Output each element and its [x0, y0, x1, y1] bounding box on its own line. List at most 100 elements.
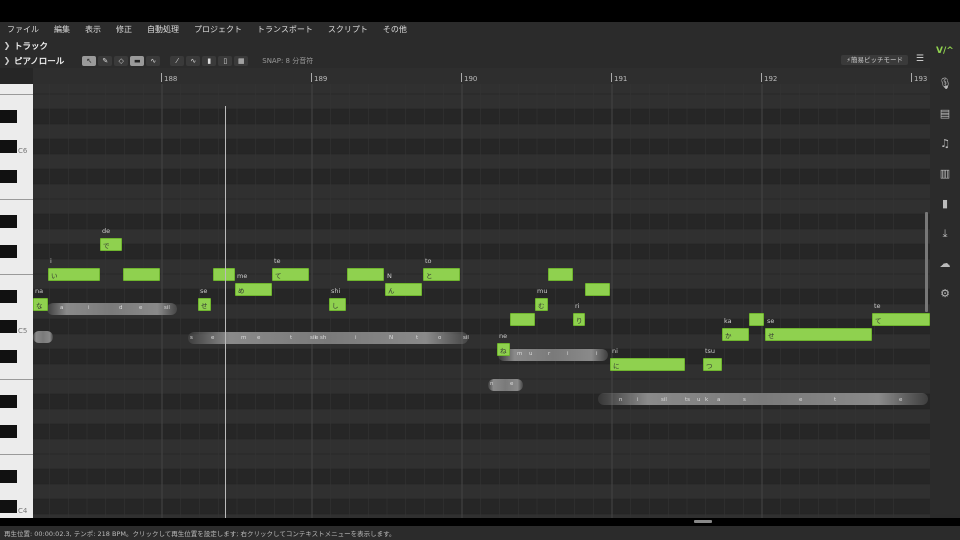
- track-row[interactable]: ❯ トラック: [0, 38, 930, 53]
- white-key-divider: [0, 379, 33, 380]
- waveform-toggle-icon[interactable]: ▮: [202, 55, 217, 66]
- note-lyric: む: [538, 302, 545, 310]
- snap-selector[interactable]: SNAP: 8 分音符: [262, 56, 313, 66]
- key-label-c5: C5: [18, 327, 28, 335]
- piano-toggle-icon[interactable]: ▦: [234, 55, 249, 66]
- waveform-phoneme: n: [619, 397, 623, 403]
- simple-pitch-mode-button[interactable]: ⚡簡易ピッチモード: [841, 55, 908, 65]
- black-key[interactable]: [0, 350, 17, 363]
- black-key[interactable]: [0, 245, 17, 258]
- black-key[interactable]: [0, 140, 17, 153]
- waveform-phoneme: e: [139, 305, 143, 311]
- note[interactable]: [510, 313, 535, 326]
- menu-item-0[interactable]: ファイル: [0, 22, 47, 38]
- waveform-phoneme: m: [517, 351, 523, 357]
- note-lyric: か: [725, 332, 732, 340]
- note[interactable]: [347, 268, 384, 281]
- waveform-phoneme: s: [743, 397, 746, 403]
- menu-item-3[interactable]: 修正: [109, 22, 140, 38]
- waveform-phoneme: r: [548, 351, 551, 357]
- menu-item-6[interactable]: トランスポート: [250, 22, 321, 38]
- vibrato-tool-icon[interactable]: ∿: [186, 55, 201, 66]
- note[interactable]: [213, 268, 235, 281]
- black-key[interactable]: [0, 110, 17, 123]
- waveform-phoneme: d: [119, 305, 123, 311]
- white-key-divider: [0, 274, 33, 275]
- menu-item-8[interactable]: その他: [376, 22, 415, 38]
- black-key[interactable]: [0, 500, 17, 513]
- waveform-phoneme: sil: [463, 335, 469, 341]
- note-tool-icon[interactable]: ▬: [130, 55, 145, 66]
- ruler-measure-1: 189: [310, 73, 328, 83]
- piano-keyboard[interactable]: C6 C5 C4: [0, 84, 33, 518]
- waveform-segment: [498, 349, 608, 361]
- waveform-phoneme: e: [899, 397, 903, 403]
- waveform-phoneme: u: [697, 397, 701, 403]
- note[interactable]: [749, 313, 764, 326]
- hamburger-menu-icon[interactable]: ☰: [916, 54, 924, 64]
- pen-tool-icon[interactable]: ✎: [98, 55, 113, 66]
- note[interactable]: [610, 358, 685, 371]
- clapperboard-icon[interactable]: ▤: [937, 106, 953, 122]
- white-key-divider: [0, 94, 33, 95]
- music-note-icon[interactable]: ♫: [937, 136, 953, 152]
- grid-toggle-icon[interactable]: ▯: [218, 55, 233, 66]
- render-icon[interactable]: ⤓: [937, 226, 953, 242]
- menu-item-7[interactable]: スクリプト: [321, 22, 376, 38]
- waveform-segment: [188, 332, 468, 344]
- note-phoneme: ri: [575, 302, 580, 310]
- note-phoneme: de: [102, 227, 111, 235]
- note-lyric: せ: [201, 302, 208, 310]
- app-window: ファイル 編集 表示 修正 自動処理 プロジェクト トランスポート スクリプト その他 ❯ トラ…: [0, 22, 960, 540]
- black-key[interactable]: [0, 425, 17, 438]
- note[interactable]: [585, 283, 610, 296]
- note-phoneme: tsu: [705, 347, 716, 355]
- note[interactable]: [765, 328, 872, 341]
- timeline-ruler[interactable]: 188 189 190 191 192 193: [33, 68, 930, 85]
- note-phoneme: na: [35, 287, 44, 295]
- waveform-phoneme: n: [490, 381, 494, 387]
- waveform-segment: [598, 393, 928, 405]
- playhead[interactable]: [225, 106, 226, 518]
- note-lyric: し: [332, 302, 339, 310]
- curve-tool-icon[interactable]: ⁄: [170, 55, 185, 66]
- black-key[interactable]: [0, 215, 17, 228]
- note[interactable]: [123, 268, 160, 281]
- black-key[interactable]: [0, 170, 17, 183]
- status-bar: 再生位置: 00:00:02.3, テンポ: 218 BPM。クリックして再生位…: [0, 526, 960, 540]
- black-key[interactable]: [0, 290, 17, 303]
- gear-icon[interactable]: ⚙: [937, 286, 953, 302]
- chevron-right-icon[interactable]: ❯: [0, 41, 14, 50]
- eraser-tool-icon[interactable]: ◇: [114, 55, 129, 66]
- chevron-down-icon[interactable]: ❯: [0, 56, 14, 65]
- black-key[interactable]: [0, 395, 17, 408]
- library-icon[interactable]: ▥: [937, 166, 953, 182]
- waveform-phoneme: e: [257, 335, 261, 341]
- menu-item-5[interactable]: プロジェクト: [187, 22, 250, 38]
- note-lyric: で: [103, 242, 110, 250]
- key-label-c6: C6: [18, 147, 28, 155]
- pitch-tool-icon[interactable]: ∿: [146, 55, 161, 66]
- note-grid[interactable]: な na い i で de せ se め me て te し shi ん N と to ね ne む mu り ri に ni つ t…: [33, 84, 930, 518]
- book-icon[interactable]: ▮: [937, 196, 953, 212]
- horizontal-scrollbar[interactable]: [694, 520, 712, 523]
- pointer-tool-icon[interactable]: ↖: [82, 55, 97, 66]
- track-label: トラック: [14, 41, 49, 52]
- menu-item-1[interactable]: 編集: [47, 22, 78, 38]
- note-phoneme: N: [387, 272, 392, 280]
- black-key[interactable]: [0, 320, 17, 333]
- ruler-measure-5: 193: [910, 73, 928, 83]
- waveform-phoneme: t: [834, 397, 837, 403]
- vertical-scrollbar[interactable]: [925, 212, 928, 312]
- note-lyric: と: [426, 272, 433, 280]
- waveform-phoneme: m: [241, 335, 247, 341]
- cloud-icon[interactable]: ☁: [937, 256, 953, 272]
- note-phoneme: mu: [537, 287, 548, 295]
- menu-item-4[interactable]: 自動処理: [140, 22, 187, 38]
- microphone-icon[interactable]: 🎙: [937, 76, 953, 92]
- menu-item-2[interactable]: 表示: [78, 22, 109, 38]
- note[interactable]: [548, 268, 573, 281]
- waveform-phoneme: u: [529, 351, 533, 357]
- black-key[interactable]: [0, 470, 17, 483]
- waveform-phoneme: i: [637, 397, 639, 403]
